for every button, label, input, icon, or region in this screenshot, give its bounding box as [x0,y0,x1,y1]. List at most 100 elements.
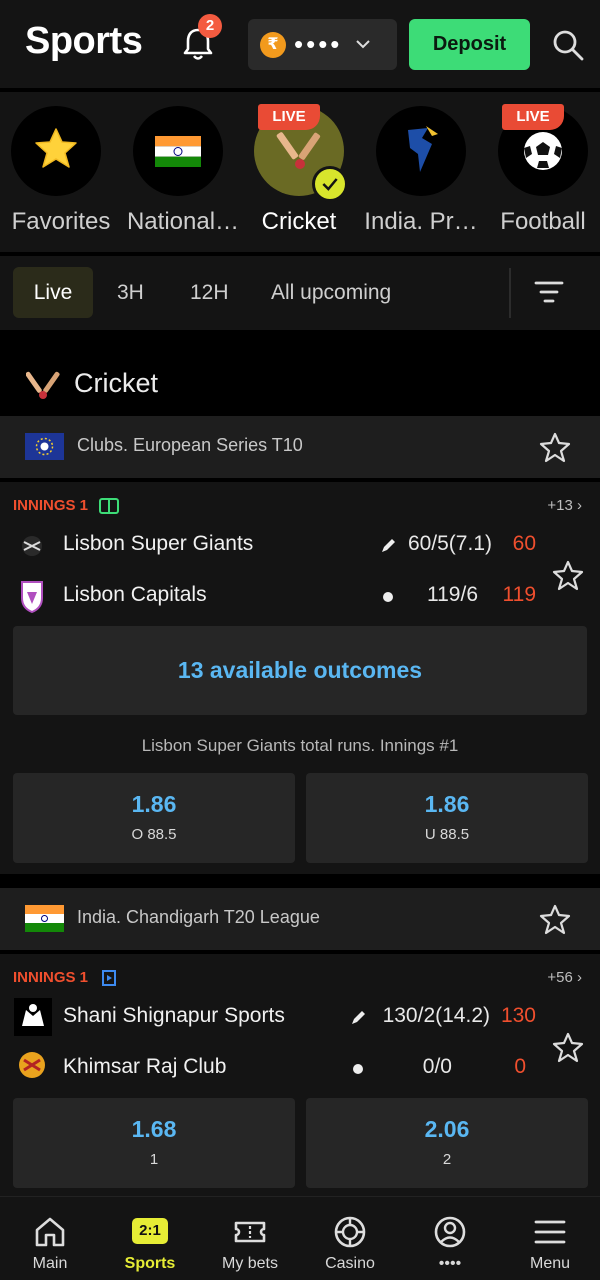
sport-circle [133,106,223,196]
sport-football[interactable]: LIVE Football [482,104,600,244]
sport-selector: Favorites National… LIVE Cricket India. … [0,92,600,252]
live-tag: LIVE [502,104,564,130]
bowling-dot-icon [353,1064,363,1074]
favorite-star-icon[interactable] [552,1031,584,1063]
nav-main[interactable]: Main [0,1197,100,1280]
odds-label: 1 [149,1151,159,1168]
odds-button-team2[interactable]: 2.06 2 [306,1098,588,1188]
odds-value: 2.06 [424,1116,470,1142]
nav-casino[interactable]: Casino [300,1197,400,1280]
nav-label: My bets [221,1255,278,1272]
balance-masked: •••• [294,29,343,59]
bowling-dot-icon [383,592,393,602]
odds-button-under[interactable]: 1.86 U 88.5 [306,773,588,863]
filter-all-upcoming[interactable]: All upcoming [252,267,410,318]
team-name: Lisbon Capitals [63,583,207,606]
stream-icon [102,970,116,986]
ticket-icon [234,1221,266,1243]
team-name: Khimsar Raj Club [63,1055,227,1078]
odds-value: 1.86 [131,791,177,817]
nav-label: Sports [124,1255,176,1272]
rupee-coin-icon: ₹ [260,32,286,58]
sport-cricket[interactable]: LIVE Cricket [238,104,360,244]
sport-label: National… [126,208,240,235]
filter-icon[interactable] [533,276,565,308]
team-total: 60 [512,532,536,555]
bottom-navigation: Main 2:1 Sports My bets Casino •••• Menu [0,1196,600,1280]
available-outcomes-button[interactable]: 13 available outcomes [13,626,587,715]
odds-button-team1[interactable]: 1.68 1 [13,1098,295,1188]
nav-label: Main [32,1255,68,1272]
team-score: 130/2(14.2) [382,1004,490,1027]
sport-national[interactable]: National… [122,104,244,244]
section-title: Cricket [74,368,159,398]
nav-sports[interactable]: 2:1 Sports [100,1197,200,1280]
filter-live[interactable]: Live [13,267,93,318]
sport-favorites[interactable]: Favorites [0,104,122,244]
filter-3h[interactable]: 3H [98,267,163,318]
notification-badge: 2 [198,14,222,38]
team-logo [22,536,42,556]
team-logo [21,581,43,614]
team-logo [14,998,52,1036]
favorite-star-icon[interactable] [539,431,571,463]
sport-label: India. Pr… [364,208,478,235]
odds-label: O 88.5 [131,826,177,843]
more-markets-count: +56 [547,969,573,986]
nav-my-bets[interactable]: My bets [200,1197,300,1280]
batting-pencil-icon [382,539,395,552]
search-icon[interactable] [552,29,584,61]
odds-button-over[interactable]: 1.86 O 88.5 [13,773,295,863]
market-title: Lisbon Super Giants total runs. Innings … [141,736,459,755]
page-title: Sports [25,20,143,62]
sport-label: Favorites [11,208,111,235]
sport-india-premier[interactable]: India. Pr… [360,104,482,244]
league-header[interactable]: India. Chandigarh T20 League [0,888,600,950]
sport-circle [11,106,101,196]
nav-menu[interactable]: Menu [500,1197,600,1280]
nav-profile[interactable]: •••• [400,1197,500,1280]
filter-12h[interactable]: 12H [171,267,248,318]
sport-label: Football [500,208,586,235]
event-card: INNINGS 1 +13 › Lisbon Super Giants 60/5… [0,482,600,874]
scoreboard-icon [99,498,119,514]
favorite-star-icon[interactable] [539,903,571,935]
team-total: 119 [502,583,536,606]
menu-icon [534,1220,566,1244]
more-markets-link[interactable]: +13 › [547,497,582,514]
innings-label: INNINGS 1 [13,969,89,986]
more-markets-link[interactable]: +56 › [547,969,582,986]
team-score: 0/0 [422,1055,452,1078]
nav-label: Menu [529,1255,571,1272]
chevron-down-icon [356,40,370,49]
team-name: Shani Shignapur Sports [63,1004,285,1027]
time-filter-bar: Live 3H 12H All upcoming [0,256,600,330]
nav-label: Casino [325,1255,375,1272]
league-header[interactable]: Clubs. European Series T10 [0,416,600,478]
home-icon [35,1217,65,1247]
casino-chip-icon [334,1216,366,1248]
league-name: Clubs. European Series T10 [77,435,303,455]
deposit-button[interactable]: Deposit [409,19,530,70]
india-flag-icon [25,905,64,932]
innings-label: INNINGS 1 [13,497,89,514]
balance-dropdown[interactable]: ₹ •••• [248,19,397,70]
event-card: INNINGS 1 +56 › Shani Shignapur Sports 1… [0,954,600,1196]
team-name: Lisbon Super Giants [63,532,254,555]
odds-label: 2 [442,1151,452,1168]
cricket-icon [276,132,321,169]
team-logo [19,1052,45,1078]
odds-label: U 88.5 [424,826,470,843]
star-icon [35,128,77,168]
europe-flag-icon [25,433,64,460]
top-header: Sports 2 ₹ •••• Deposit [0,0,600,88]
ipl-icon [408,126,438,172]
checkmark-icon [312,166,348,202]
sport-circle [376,106,466,196]
batting-pencil-icon [352,1011,365,1024]
favorite-star-icon[interactable] [552,559,584,591]
football-icon [524,132,562,170]
cricket-section-icon [26,371,60,399]
team-score: 119/6 [427,583,478,606]
odds-value: 1.86 [424,791,470,817]
